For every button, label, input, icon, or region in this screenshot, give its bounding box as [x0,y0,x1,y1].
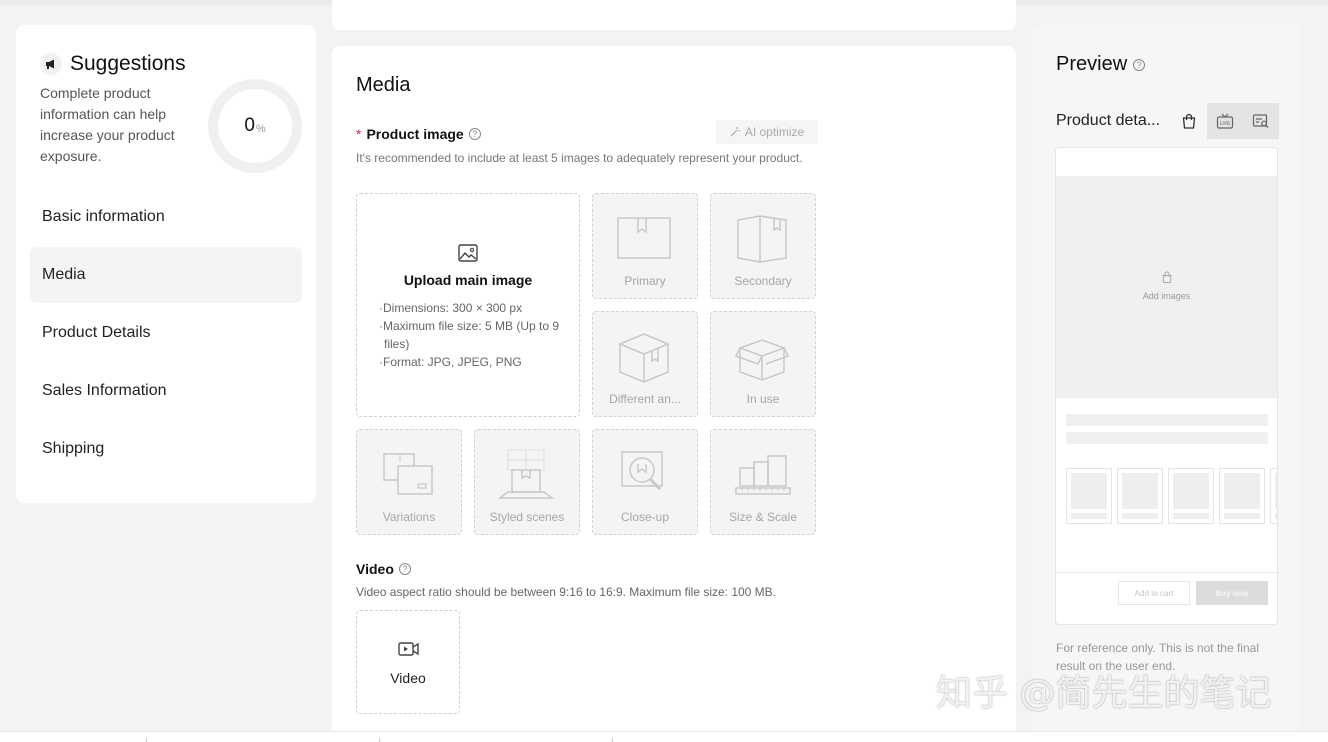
product-image-description: It's recommended to include at least 5 i… [356,151,803,165]
bottom-divider [146,738,147,742]
ai-optimize-button[interactable]: AI optimize [716,120,818,144]
video-upload-slot[interactable]: Video [356,610,460,714]
suggestions-title: Suggestions [70,52,186,75]
styled-scene-icon [498,449,555,499]
image-slot-label: Primary [624,274,666,288]
thumbnail-placeholder [1270,468,1277,524]
video-slot-label: Video [390,670,426,686]
upload-spec: ·Maximum file size: 5 MB (Up to 9 files) [379,319,560,351]
ai-optimize-label: AI optimize [744,125,805,139]
preview-page-label: Product deta... [1056,112,1161,129]
live-icon: LIVE [1216,113,1234,129]
product-image-label: * Product image ? [356,126,481,142]
image-slot-label: Close-up [620,510,670,524]
image-slot-label: Secondary [734,274,792,288]
help-icon[interactable]: ? [398,563,411,575]
media-card: Media * Product image ? AI optimize It's… [332,46,1016,742]
phone-preview: Add images Add to cart Buy now [1055,147,1278,625]
nav-item-sales-information[interactable]: Sales Information [30,363,302,419]
svg-text:LIVE: LIVE [1220,121,1232,127]
skeleton-line [1066,432,1268,444]
product-image-label-text: Product image [366,126,464,142]
required-mark: * [356,126,362,142]
suggestions-description: Complete product information can help in… [40,85,175,164]
angled-box-icon [619,333,669,383]
nav-item-basic-information[interactable]: Basic information [30,189,302,245]
image-slot-in-use[interactable]: In use [710,311,816,417]
video-icon [398,642,419,656]
preview-thumbnails [1066,468,1277,524]
bag-icon [1162,271,1172,283]
thumbnail-placeholder [1117,468,1163,524]
magnifier-icon [621,451,663,491]
video-label-text: Video [356,561,394,577]
preview-tabs: LIVE [1171,103,1279,139]
image-slot-size-&-scale[interactable]: Size & Scale [710,429,816,535]
suggestions-panel: Suggestions Complete product information… [16,25,316,503]
upload-main-image[interactable]: Upload main image ·Dimensions: 300 × 300… [356,193,580,417]
upload-spec: ·Format: JPG, JPEG, PNG [379,355,522,369]
magic-wand-icon [730,127,740,137]
variations-icon [383,453,433,495]
preview-title: Preview ? [1056,53,1146,76]
image-slot-different-an[interactable]: Different an... [592,311,698,417]
upload-main-title: Upload main image [403,272,533,288]
open-box-icon [737,215,787,263]
skeleton-line [1066,414,1268,426]
image-slot-styled-scenes[interactable]: Styled scenes [474,429,580,535]
upload-specs: ·Dimensions: 300 × 300 px ·Maximum file s… [379,299,565,371]
thumbnail-placeholder [1168,468,1214,524]
nav-item-product-details[interactable]: Product Details [30,305,302,361]
box-icon [617,217,671,259]
megaphone-icon [40,53,62,75]
preview-footer: Add to cart Buy now [1056,572,1277,624]
add-to-cart-button: Add to cart [1118,581,1190,605]
nav-item-shipping[interactable]: Shipping [30,421,302,477]
preview-image-area: Add images [1056,176,1277,398]
completion-ring: 0% [208,79,302,173]
image-slot-close-up[interactable]: Close-up [592,429,698,535]
nav-item-media[interactable]: Media [30,247,302,303]
tab-product-page[interactable] [1171,103,1207,139]
completion-unit: % [255,122,266,135]
buy-now-button: Buy now [1196,581,1268,605]
add-images-label: Add images [1142,291,1191,301]
section-nav: Basic information Media Product Details Sal… [30,189,302,479]
image-slot-label: Styled scenes [489,510,565,524]
bottom-divider [379,738,380,742]
media-title: Media [356,74,411,96]
image-icon [458,244,478,262]
bottom-divider [612,738,613,742]
help-icon[interactable]: ? [1133,58,1146,71]
tab-search-result[interactable] [1243,103,1279,139]
image-slot-label: Variations [382,510,436,524]
completion-value: 0 [244,115,255,136]
search-card-icon [1252,114,1269,128]
image-slot-label: In use [746,392,780,406]
image-slot-primary[interactable]: Primary [592,193,698,299]
video-label: Video ? [356,561,411,577]
tab-live[interactable]: LIVE [1207,103,1243,139]
unboxed-icon [734,339,790,381]
image-slot-label: Size & Scale [728,510,798,524]
video-description: Video aspect ratio should be between 9:1… [356,585,777,599]
help-icon[interactable]: ? [468,128,481,140]
preview-panel: Preview ? Product deta... LIVE Add image… [1032,25,1300,742]
bottom-bar [0,731,1328,742]
size-scale-icon [735,455,791,495]
watermark: 知乎 @简先生的笔记 [936,673,1272,714]
preview-title-text: Preview [1056,53,1128,75]
upload-spec: ·Dimensions: 300 × 300 px [379,301,523,315]
suggestions-header: Suggestions [40,52,186,76]
image-slot-variations[interactable]: Variations [356,429,462,535]
thumbnail-placeholder [1066,468,1112,524]
shopping-bag-icon [1182,113,1196,129]
thumbnail-placeholder [1219,468,1265,524]
image-slot-secondary[interactable]: Secondary [710,193,816,299]
image-slot-label: Different an... [609,392,681,406]
previous-section-card [332,0,1016,30]
